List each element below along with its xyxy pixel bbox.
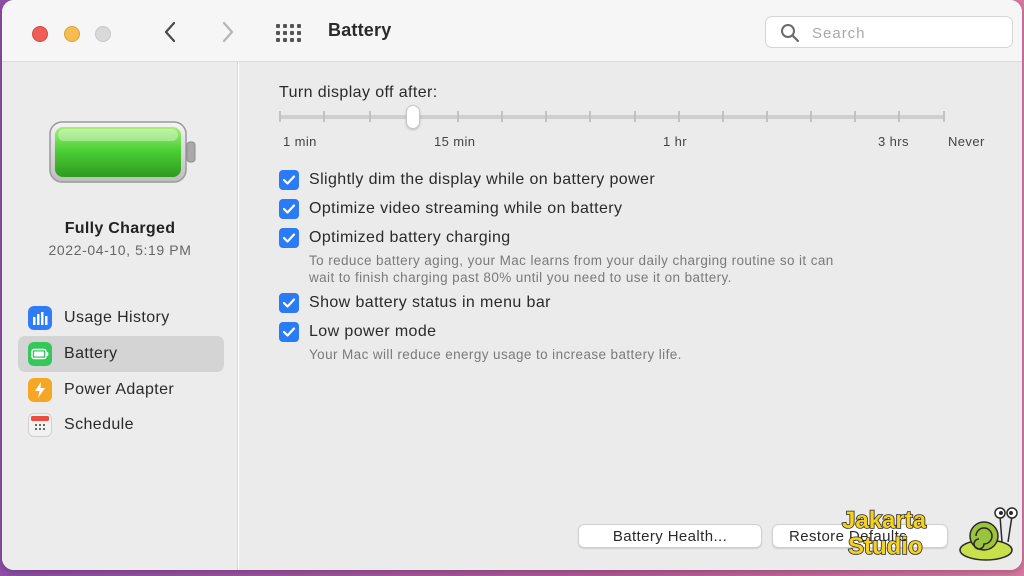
snail-mascot-icon [959, 507, 1018, 561]
checkmark-icon [282, 175, 296, 185]
slider-tick-label: 1 min [283, 134, 317, 149]
battery-health-button[interactable]: Battery Health... [578, 524, 762, 548]
slider-tick [323, 111, 325, 122]
slider-tick-label: 1 hr [663, 134, 688, 149]
chevron-right-icon [222, 21, 234, 43]
minimize-window-button[interactable] [64, 26, 80, 42]
slider-tick [457, 111, 459, 122]
show-all-button[interactable] [274, 22, 304, 44]
dim-display-label: Slightly dim the display while on batter… [309, 171, 656, 188]
slider-tick [279, 111, 281, 122]
checkmark-icon [282, 204, 296, 214]
description-line: To reduce battery aging, your Mac learns… [309, 253, 834, 268]
optimize-video-option[interactable]: Optimize video streaming while on batter… [279, 199, 622, 219]
optimize-video-label: Optimize video streaming while on batter… [309, 200, 623, 217]
sidebar: Fully Charged 2022-04-10, 5:19 PM Usage … [2, 62, 238, 570]
slider-tick-label: Never [948, 134, 985, 149]
toolbar: Battery [2, 0, 1022, 62]
search-icon [781, 24, 800, 43]
slider-tick [678, 111, 680, 122]
optimized-charging-description: To reduce battery aging, your Mac learns… [309, 252, 834, 286]
low-power-mode-option[interactable]: Low power mode [279, 322, 436, 342]
slider-tick [722, 111, 724, 122]
sidebar-item-schedule[interactable]: Schedule [18, 407, 224, 443]
sidebar-item-battery[interactable]: Battery [18, 336, 224, 372]
sidebar-item-power-adapter[interactable]: Power Adapter [18, 372, 224, 408]
slider-tick [810, 111, 812, 122]
checkmark-icon [282, 327, 296, 337]
low-power-mode-label: Low power mode [309, 323, 437, 340]
dim-display-checkbox[interactable] [279, 170, 299, 190]
description-line: wait to finish charging past 80% until y… [309, 270, 732, 285]
display-off-slider-knob[interactable] [406, 105, 420, 129]
slider-tick [634, 111, 636, 122]
slider-tick [943, 111, 945, 122]
window-title: Battery [328, 20, 392, 40]
checkmark-icon [282, 233, 296, 243]
close-window-button[interactable] [32, 26, 48, 42]
checkmark-icon [282, 298, 296, 308]
sidebar-item-label: Schedule [64, 416, 134, 433]
display-off-slider-track[interactable] [279, 115, 945, 119]
forward-button[interactable] [216, 18, 240, 46]
calendar-icon [28, 413, 52, 437]
slider-tick-label: 15 min [434, 134, 476, 149]
bolt-icon [28, 378, 52, 402]
show-battery-status-option[interactable]: Show battery status in menu bar [279, 293, 551, 313]
system-preferences-window: Battery Search Fully Charged 2022-04-10,… [2, 0, 1022, 570]
slider-tick-label: 3 hrs [878, 134, 909, 149]
display-off-slider-label: Turn display off after: [279, 84, 438, 101]
chevron-left-icon [164, 21, 176, 43]
battery-icon [28, 342, 52, 366]
low-power-mode-description: Your Mac will reduce energy usage to inc… [309, 346, 682, 363]
sidebar-item-usage-history[interactable]: Usage History [18, 300, 224, 336]
slider-tick [369, 111, 371, 122]
battery-status-title: Fully Charged [64, 220, 176, 237]
battery-status-time: 2022-04-10, 5:19 PM [48, 242, 192, 258]
logo-line2: Studio [848, 533, 923, 560]
slider-tick [854, 111, 856, 122]
optimized-charging-option[interactable]: Optimized battery charging [279, 228, 511, 248]
slider-tick [766, 111, 768, 122]
optimized-charging-label: Optimized battery charging [309, 229, 511, 246]
show-battery-status-label: Show battery status in menu bar [309, 294, 551, 311]
slider-tick [898, 111, 900, 122]
dim-display-option[interactable]: Slightly dim the display while on batter… [279, 170, 655, 190]
battery-settings-pane: Turn display off after: 1 min 15 min 1 h… [239, 62, 1022, 570]
battery-status-icon [49, 121, 196, 183]
grid-icon [276, 24, 301, 42]
back-button[interactable] [158, 18, 182, 46]
sidebar-item-label: Power Adapter [64, 381, 175, 398]
description-line: Your Mac will reduce energy usage to inc… [309, 347, 682, 362]
optimize-video-checkbox[interactable] [279, 199, 299, 219]
low-power-mode-checkbox[interactable] [279, 322, 299, 342]
search-input[interactable] [812, 21, 1002, 45]
sidebar-item-label: Usage History [64, 309, 170, 326]
show-battery-status-checkbox[interactable] [279, 293, 299, 313]
slider-tick [501, 111, 503, 122]
search-box[interactable] [765, 16, 1013, 48]
logo-line1: Jakarta [842, 507, 927, 534]
sidebar-item-label: Battery [64, 345, 118, 362]
jakarta-studio-logo: Jakarta Studio [841, 506, 1018, 561]
bar-chart-icon [28, 306, 52, 330]
optimized-charging-checkbox[interactable] [279, 228, 299, 248]
slider-tick [545, 111, 547, 122]
slider-tick [589, 111, 591, 122]
zoom-window-button[interactable] [95, 26, 111, 42]
